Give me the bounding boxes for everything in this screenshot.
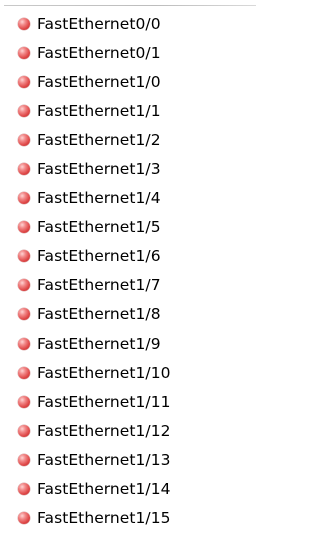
- interface-item[interactable]: FastEthernet1/4: [0, 184, 257, 213]
- interface-label: FastEthernet1/0: [37, 72, 161, 91]
- interface-item[interactable]: FastEthernet1/3: [0, 154, 257, 183]
- interface-label: FastEthernet0/0: [37, 14, 161, 33]
- status-down-icon: [18, 279, 30, 292]
- interface-label: FastEthernet1/2: [37, 130, 161, 149]
- interface-label: FastEthernet1/14: [37, 480, 171, 499]
- interface-item[interactable]: FastEthernet1/15: [0, 504, 257, 533]
- status-down-icon: [18, 337, 30, 350]
- interface-item[interactable]: FastEthernet1/14: [0, 475, 257, 504]
- status-down-icon: [18, 424, 30, 437]
- interface-list: FastEthernet0/0 FastEthernet0/1 FastEthe…: [0, 9, 257, 533]
- interface-label: FastEthernet1/4: [37, 189, 161, 208]
- interface-item[interactable]: FastEthernet1/2: [0, 125, 257, 154]
- status-down-icon: [18, 104, 30, 117]
- status-down-icon: [18, 395, 30, 408]
- status-down-icon: [18, 512, 30, 525]
- status-down-icon: [18, 308, 30, 321]
- interface-item[interactable]: FastEthernet1/5: [0, 213, 257, 242]
- interface-label: FastEthernet1/5: [37, 218, 161, 237]
- status-down-icon: [18, 133, 30, 146]
- interface-label: FastEthernet1/7: [37, 276, 161, 295]
- status-down-icon: [18, 17, 30, 30]
- top-divider: [4, 5, 256, 6]
- interface-label: FastEthernet1/11: [37, 392, 171, 411]
- interface-label: FastEthernet1/1: [37, 101, 161, 120]
- status-down-icon: [18, 75, 30, 88]
- status-down-icon: [18, 453, 30, 466]
- interface-label: FastEthernet1/8: [37, 305, 161, 324]
- interface-item[interactable]: FastEthernet1/13: [0, 445, 257, 474]
- interface-item[interactable]: FastEthernet1/9: [0, 329, 257, 358]
- interface-label: FastEthernet1/12: [37, 421, 171, 440]
- interface-item[interactable]: FastEthernet1/1: [0, 96, 257, 125]
- interface-item[interactable]: FastEthernet0/1: [0, 38, 257, 67]
- interface-label: FastEthernet1/15: [37, 509, 171, 528]
- status-down-icon: [18, 250, 30, 263]
- interface-label: FastEthernet1/10: [37, 363, 171, 382]
- interface-item[interactable]: FastEthernet1/10: [0, 358, 257, 387]
- interface-item[interactable]: FastEthernet0/0: [0, 9, 257, 38]
- interface-item[interactable]: FastEthernet1/0: [0, 67, 257, 96]
- interface-label: FastEthernet1/6: [37, 247, 161, 266]
- status-down-icon: [18, 366, 30, 379]
- interface-item[interactable]: FastEthernet1/11: [0, 387, 257, 416]
- interface-label: FastEthernet0/1: [37, 43, 161, 62]
- interface-label: FastEthernet1/3: [37, 160, 161, 179]
- interface-label: FastEthernet1/13: [37, 450, 171, 469]
- interface-item[interactable]: FastEthernet1/6: [0, 242, 257, 271]
- interface-item[interactable]: FastEthernet1/12: [0, 416, 257, 445]
- status-down-icon: [18, 483, 30, 496]
- interface-item[interactable]: FastEthernet1/8: [0, 300, 257, 329]
- status-down-icon: [18, 163, 30, 176]
- status-down-icon: [18, 192, 30, 205]
- interface-item[interactable]: FastEthernet1/7: [0, 271, 257, 300]
- interface-label: FastEthernet1/9: [37, 334, 161, 353]
- status-down-icon: [18, 46, 30, 59]
- status-down-icon: [18, 221, 30, 234]
